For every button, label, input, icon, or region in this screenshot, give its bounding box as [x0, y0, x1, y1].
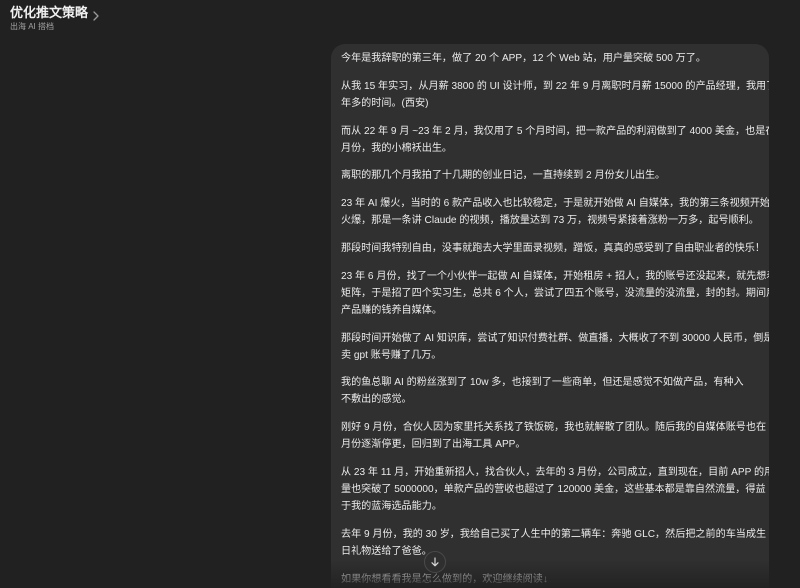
message-paragraph: 23 年 6 月份，找了一个小伙伴一起做 AI 自媒体，开始租房 + 招人，我的…: [341, 268, 769, 319]
chat-subtitle: 出海 AI 搭档: [10, 22, 55, 31]
user-message-bubble: 今年是我辞职的第三年，做了 20 个 APP，12 个 Web 站，用户量突破 …: [331, 44, 769, 588]
message-line: 产品赚的钱养自媒体。: [341, 304, 442, 316]
message-body: 今年是我辞职的第三年，做了 20 个 APP，12 个 Web 站，用户量突破 …: [341, 50, 769, 588]
chat-window: 优化推文策略 出海 AI 搭档 今年是我辞职的第三年，做了 20 个 APP，1…: [0, 0, 800, 588]
message-paragraph: 刚好 9 月份，合伙人因为家里托关系找了铁饭碗，我也就解散了团队。随后我的自媒体…: [341, 419, 769, 453]
message-line: 刚好 9 月份，合伙人因为家里托关系找了铁饭碗，我也就解散了团队。随后我的自媒体…: [341, 422, 769, 434]
message-line: 我的鱼总聊 AI 的粉丝涨到了 10w 多，也接到了一些商单，但还是感觉不如做产…: [341, 377, 744, 389]
message-line: 月份，我的小棉袄出生。: [341, 142, 453, 154]
message-line: 卖 gpt 账号赚了几万。: [341, 349, 442, 361]
message-line: 不敷出的感觉。: [341, 394, 412, 406]
arrow-down-icon: [431, 557, 439, 567]
message-line: 而从 22 年 9 月 ~23 年 2 月，我仅用了 5 个月时间，把一款产品的…: [341, 125, 769, 137]
message-line: 如果你想看看我是怎么做到的，欢迎继续阅读↓: [341, 573, 548, 585]
message-line: 23 年 6 月份，找了一个小伙伴一起做 AI 自媒体，开始租房 + 招人，我的…: [341, 270, 769, 282]
message-paragraph: 离职的那几个月我拍了十几期的创业日记，一直持续到 2 月份女儿出生。: [341, 167, 757, 184]
message-paragraph: 23 年 AI 爆火，当时的 6 款产品收入也比较稳定，于是就开始做 AI 自媒…: [341, 195, 769, 229]
message-line: 从我 15 年实习，从月薪 3800 的 UI 设计师，到 22 年 9 月离职…: [341, 80, 769, 92]
message-line: 年多的时间。(西安): [341, 97, 429, 109]
chat-title[interactable]: 优化推文策略: [10, 5, 88, 21]
message-line: 于我的蓝海选品能力。: [341, 500, 442, 512]
message-paragraph: 那段时间开始做了 AI 知识库，尝试了知识付费社群、做直播，大概收了不到 300…: [341, 330, 769, 364]
message-paragraph: 去年 9 月份，我的 30 岁，我给自己买了人生中的第二辆车：奔驰 GLC，然后…: [341, 526, 767, 560]
message-line: 今年是我辞职的第三年，做了 20 个 APP，12 个 Web 站，用户量突破 …: [341, 53, 706, 64]
message-paragraph: 如果你想看看我是怎么做到的，欢迎继续阅读↓: [341, 571, 757, 588]
chat-header: 优化推文策略 出海 AI 搭档: [0, 0, 800, 36]
message-line: 矩阵，于是招了四个实习生，总共 6 个人，尝试了四五个账号，没流量的没流量，封的…: [341, 287, 769, 299]
message-paragraph: 我的鱼总聊 AI 的粉丝涨到了 10w 多，也接到了一些商单，但还是感觉不如做产…: [341, 374, 757, 408]
message-line: 火爆，那是一条讲 Claude 的视频，播放量达到 73 万，视频号紧接着涨粉一…: [341, 215, 759, 227]
message-paragraph: 今年是我辞职的第三年，做了 20 个 APP，12 个 Web 站，用户量突破 …: [341, 50, 757, 67]
title-row[interactable]: 优化推文策略: [10, 5, 790, 21]
message-line: 去年 9 月份，我的 30 岁，我给自己买了人生中的第二辆车：奔驰 GLC，然后…: [341, 528, 767, 540]
message-line: 量也突破了 5000000，单款产品的营收也超过了 120000 美金，这些基本…: [341, 483, 766, 495]
chevron-right-icon[interactable]: [92, 8, 100, 21]
scroll-to-bottom-button[interactable]: [424, 551, 446, 573]
message-line: 那段时间开始做了 AI 知识库，尝试了知识付费社群、做直播，大概收了不到 300…: [341, 332, 769, 344]
message-line: 日礼物送给了爸爸。: [341, 545, 432, 557]
message-line: 从 23 年 11 月，开始重新招人，找合伙人，去年的 3 月份，公司成立，直到…: [341, 466, 769, 478]
message-paragraph: 从 23 年 11 月，开始重新招人，找合伙人，去年的 3 月份，公司成立，直到…: [341, 464, 769, 515]
message-paragraph: 那段时间我特别自由，没事就跑去大学里面录视频，蹭饭，真真的感受到了自由职业者的快…: [341, 240, 765, 257]
message-line: 离职的那几个月我拍了十几期的创业日记，一直持续到 2 月份女儿出生。: [341, 170, 666, 182]
message-line: 23 年 AI 爆火，当时的 6 款产品收入也比较稳定，于是就开始做 AI 自媒…: [341, 198, 769, 210]
message-paragraph: 从我 15 年实习，从月薪 3800 的 UI 设计师，到 22 年 9 月离职…: [341, 78, 769, 112]
message-line: 月份逐渐停更，回归到了出海工具 APP。: [341, 439, 526, 451]
message-paragraph: 而从 22 年 9 月 ~23 年 2 月，我仅用了 5 个月时间，把一款产品的…: [341, 123, 769, 157]
message-line: 那段时间我特别自由，没事就跑去大学里面录视频，蹭饭，真真的感受到了自由职业者的快…: [341, 242, 765, 254]
